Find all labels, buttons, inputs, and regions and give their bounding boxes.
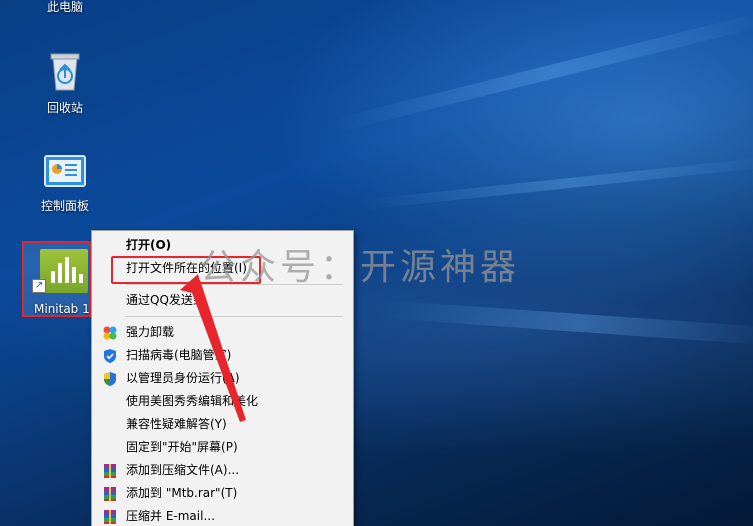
menu-item-meitu-edit[interactable]: 使用美图秀秀编辑和美化 xyxy=(92,390,353,413)
menu-item-force-uninstall[interactable]: 强力卸载 xyxy=(92,321,353,344)
watermark: 公众号：开源神器 xyxy=(200,247,521,288)
control-panel-icon xyxy=(44,155,86,187)
recycle-bin-icon xyxy=(50,53,80,91)
menu-item-label: 兼容性疑难解答(Y) xyxy=(126,417,227,431)
desktop-icon-this-pc[interactable]: 此电脑 xyxy=(30,0,100,15)
winrar-icon xyxy=(104,464,116,478)
menu-item-label: 使用美图秀秀编辑和美化 xyxy=(126,394,259,408)
desktop-icon-minitab[interactable]: ↗ Minitab 1 xyxy=(22,241,92,317)
menu-item-add-to-mtb-rar[interactable]: 添加到 "Mtb.rar"(T) xyxy=(92,482,353,505)
minitab-icon-bar xyxy=(58,263,62,283)
minitab-icon-bar xyxy=(51,271,55,283)
menu-item-label: 以管理员身份运行(A) xyxy=(126,371,240,385)
minitab-icon xyxy=(40,249,88,293)
desktop-icon-label: 此电脑 xyxy=(46,0,83,14)
winrar-icon xyxy=(104,487,116,501)
wallpaper-ray xyxy=(328,8,753,134)
desktop-icon-recycle-bin[interactable]: 回收站 xyxy=(30,48,100,116)
wallpaper-ray xyxy=(359,156,753,210)
minitab-icon-bar xyxy=(72,267,76,283)
uninstall-icon xyxy=(103,326,117,340)
wallpaper-ray xyxy=(379,300,753,346)
menu-item-label: 通过QQ发送到 xyxy=(126,293,205,307)
desktop-icon-label: 回收站 xyxy=(46,101,83,115)
menu-item-virus-scan[interactable]: 扫描病毒(电脑管家) xyxy=(92,344,353,367)
menu-separator xyxy=(125,316,343,317)
desktop-icon-control-panel[interactable]: 控制面板 xyxy=(30,154,100,214)
winrar-icon xyxy=(104,510,116,524)
minitab-icon-bar xyxy=(79,274,83,283)
menu-item-compat-troubleshoot[interactable]: 兼容性疑难解答(Y) xyxy=(92,413,353,436)
minitab-icon-bar xyxy=(65,257,69,283)
uac-shield-icon xyxy=(104,372,116,386)
desktop-icon-label: Minitab 1 xyxy=(34,302,90,316)
menu-item-run-as-admin[interactable]: 以管理员身份运行(A) xyxy=(92,367,353,390)
desktop-icon-label: 控制面板 xyxy=(40,199,89,213)
menu-item-label: 强力卸载 xyxy=(126,325,175,339)
menu-item-label: 添加到压缩文件(A)... xyxy=(126,463,240,477)
menu-item-label: 压缩并 E-mail... xyxy=(126,509,215,523)
shield-scan-icon xyxy=(104,349,116,363)
menu-item-label: 添加到 "Mtb.rar"(T) xyxy=(126,486,238,500)
menu-item-compress-email[interactable]: 压缩并 E-mail... xyxy=(92,505,353,526)
menu-item-pin-to-start[interactable]: 固定到"开始"屏幕(P) xyxy=(92,436,353,459)
menu-item-label: 打开(O) xyxy=(126,238,172,252)
menu-item-add-to-archive[interactable]: 添加到压缩文件(A)... xyxy=(92,459,353,482)
menu-item-send-via-qq[interactable]: 通过QQ发送到 xyxy=(92,289,353,312)
shortcut-arrow-icon: ↗ xyxy=(32,279,46,293)
menu-item-label: 扫描病毒(电脑管家) xyxy=(126,348,232,362)
menu-item-label: 固定到"开始"屏幕(P) xyxy=(126,440,238,454)
